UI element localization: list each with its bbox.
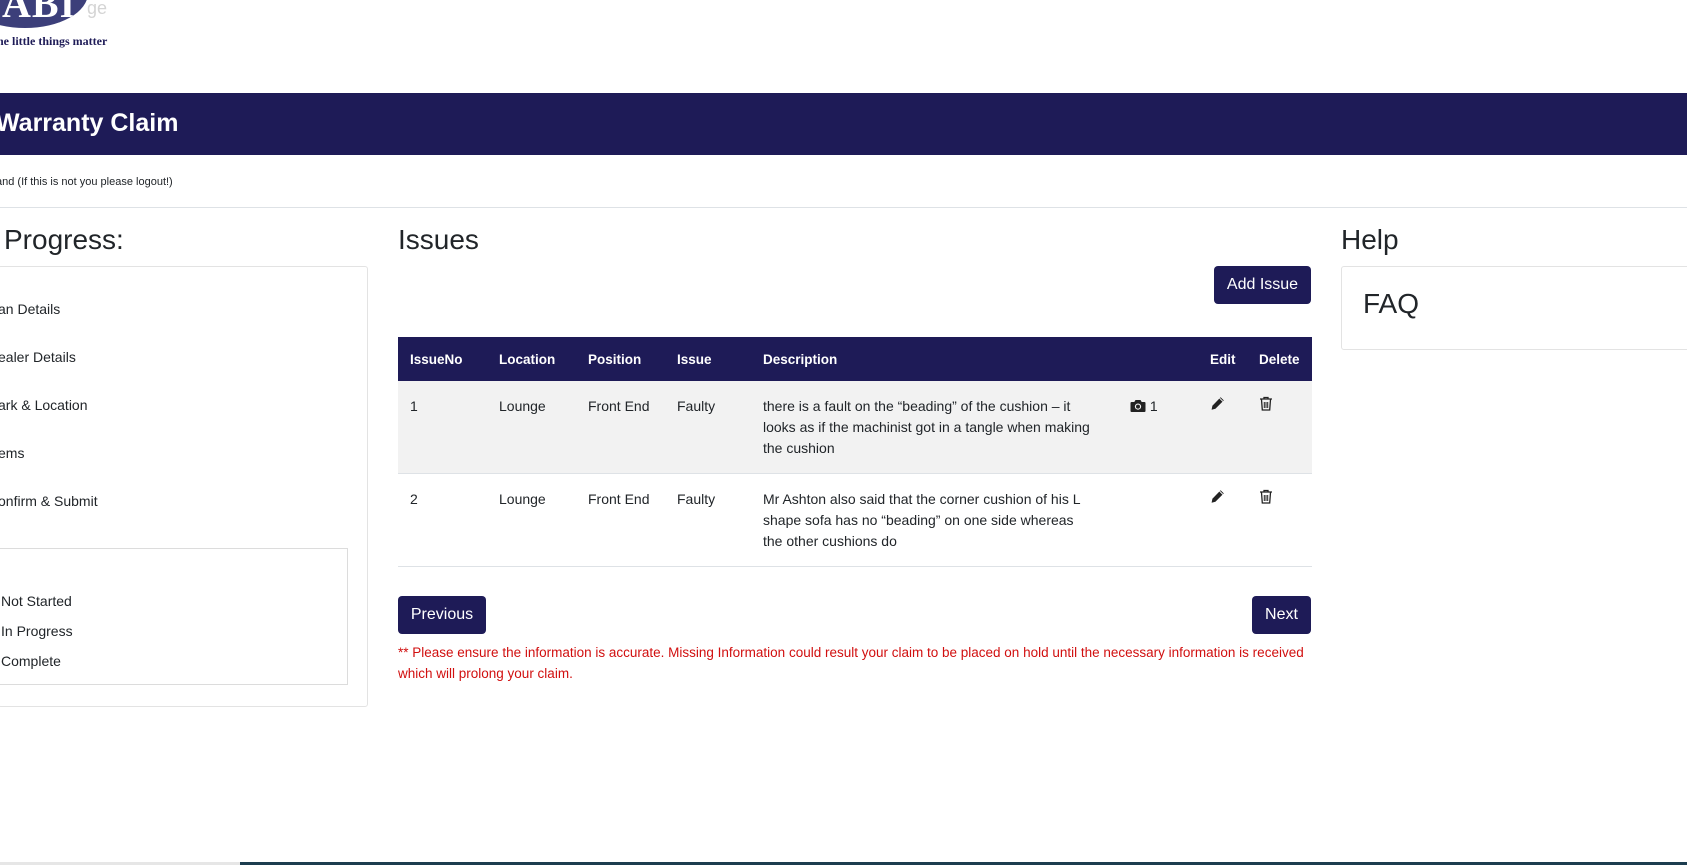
issue-type: Faulty bbox=[665, 381, 751, 474]
table-row: 1 Lounge Front End Faulty there is a fau… bbox=[398, 381, 1312, 474]
progress-heading: Progress: bbox=[4, 224, 124, 255]
pencil-icon[interactable] bbox=[1210, 396, 1226, 412]
faq-link[interactable]: FAQ bbox=[1363, 288, 1419, 320]
column-header: Issue bbox=[665, 337, 751, 381]
delete-cell bbox=[1247, 473, 1312, 567]
table-header-row: IssueNo Location Position Issue Descript… bbox=[398, 337, 1312, 381]
delete-cell bbox=[1247, 381, 1312, 474]
add-issue-button[interactable]: Add Issue bbox=[1214, 266, 1311, 304]
progress-step-items[interactable]: ems bbox=[0, 445, 24, 461]
legend-in-progress: In Progress bbox=[1, 623, 73, 639]
issue-position: Front End bbox=[576, 473, 665, 567]
legend-complete: Complete bbox=[1, 653, 61, 669]
header-banner: Warranty Claim bbox=[0, 93, 1687, 155]
edit-cell bbox=[1198, 381, 1247, 474]
issues-table: IssueNo Location Position Issue Descript… bbox=[398, 337, 1312, 567]
progress-step-dealer-details[interactable]: ealer Details bbox=[0, 349, 76, 365]
progress-step-confirm-submit[interactable]: onfirm & Submit bbox=[0, 493, 98, 509]
accuracy-warning: ** Please ensure the information is accu… bbox=[398, 645, 1304, 681]
photo-cell[interactable]: 1 bbox=[1118, 381, 1198, 474]
progress-step-plan-details[interactable]: an Details bbox=[0, 301, 60, 317]
previous-button[interactable]: Previous bbox=[398, 596, 486, 634]
table-row: 2 Lounge Front End Faulty Mr Ashton also… bbox=[398, 473, 1312, 567]
camera-icon[interactable] bbox=[1130, 398, 1146, 414]
issue-type: Faulty bbox=[665, 473, 751, 567]
company-logo[interactable]: ABI bbox=[0, 0, 88, 28]
page-title: Warranty Claim bbox=[0, 109, 179, 137]
issue-location: Lounge bbox=[487, 473, 576, 567]
column-header: Location bbox=[487, 337, 576, 381]
issue-description-text: Mr Ashton also said that the corner cush… bbox=[763, 491, 1080, 549]
issues-heading: Issues bbox=[398, 224, 479, 255]
help-heading: Help bbox=[1341, 224, 1399, 255]
column-header: Edit bbox=[1198, 337, 1247, 381]
trash-icon[interactable] bbox=[1259, 396, 1275, 412]
photo-cell bbox=[1118, 473, 1198, 567]
issue-location: Lounge bbox=[487, 381, 576, 474]
issue-description: Mr Ashton also said that the corner cush… bbox=[751, 473, 1118, 567]
photo-count: 1 bbox=[1149, 398, 1158, 414]
issue-position: Front End bbox=[576, 381, 665, 474]
issue-description-text: there is a fault on the “beading” of the… bbox=[763, 398, 1090, 456]
next-button[interactable]: Next bbox=[1252, 596, 1311, 634]
progress-step-mark-location[interactable]: ark & Location bbox=[0, 397, 88, 413]
legend-not-started: Not Started bbox=[1, 593, 72, 609]
user-notice: and (If this is not you please logout!) bbox=[0, 176, 173, 188]
logo-tagline: he little things matter bbox=[0, 34, 108, 48]
issue-number: 1 bbox=[398, 381, 487, 474]
column-header: IssueNo bbox=[398, 337, 487, 381]
issue-description: there is a fault on the “beading” of the… bbox=[751, 381, 1118, 474]
column-header: Position bbox=[576, 337, 665, 381]
column-header-photos bbox=[1118, 337, 1198, 381]
column-header: Delete bbox=[1247, 337, 1312, 381]
divider bbox=[0, 207, 1687, 208]
faq-card[interactable]: FAQ bbox=[1341, 266, 1687, 350]
logo-letters: ABI bbox=[2, 0, 77, 26]
trash-icon[interactable] bbox=[1259, 489, 1275, 505]
column-header: Description bbox=[751, 337, 1118, 381]
edit-cell bbox=[1198, 473, 1247, 567]
pencil-icon[interactable] bbox=[1210, 489, 1226, 505]
logo-ghost-text: ge bbox=[87, 0, 108, 18]
issue-number: 2 bbox=[398, 473, 487, 567]
